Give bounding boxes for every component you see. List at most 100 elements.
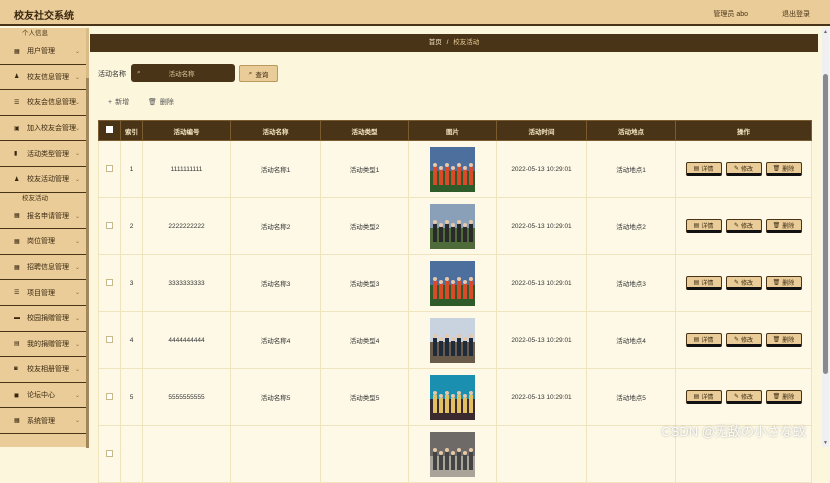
image-cell: [409, 141, 497, 198]
trash-icon: 🗑: [773, 393, 781, 400]
code-cell: 5555555555: [143, 369, 231, 426]
row-checkbox[interactable]: [106, 393, 113, 400]
detail-label: 详情: [701, 164, 713, 173]
app-title: 校友社交系统: [14, 7, 74, 22]
row-checkbox[interactable]: [106, 279, 113, 286]
detail-button[interactable]: ▤详情: [686, 390, 722, 404]
query-button[interactable]: ⌕ 查询: [239, 65, 278, 82]
table-row[interactable]: 55555555555活动名称5活动类型52022-05-13 10:29:01…: [99, 369, 812, 426]
chevron-down-icon: ⌄: [75, 74, 80, 81]
row-checkbox[interactable]: [106, 165, 113, 172]
code-cell: 2222222222: [143, 198, 231, 255]
code-cell: 1111111111: [143, 141, 231, 198]
index-cell: 4: [121, 312, 143, 369]
page-scrollbar[interactable]: ▲ ▼: [822, 28, 829, 447]
time-cell: 2022-05-13 10:29:01: [497, 255, 587, 312]
select-all-checkbox[interactable]: [106, 126, 113, 133]
sidebar-item[interactable]: ▦用户管理⌄: [0, 39, 88, 65]
detail-button[interactable]: ▤详情: [686, 162, 722, 176]
breadcrumb-current: 校友活动: [453, 39, 479, 46]
column-header: 操作: [676, 121, 812, 141]
row-delete-button[interactable]: 🗑删除: [766, 276, 802, 290]
sidebar-item[interactable]: ♟校友信息管理⌄: [0, 65, 88, 91]
activity-photo: [430, 204, 475, 249]
detail-icon: ▤: [694, 279, 700, 286]
column-header: 活动地点: [587, 121, 676, 141]
ops-cell: ▤详情 ✎修改 🗑删除: [676, 141, 812, 198]
row-delete-button[interactable]: 🗑删除: [766, 333, 802, 347]
edit-icon: ✎: [734, 393, 739, 400]
chevron-down-icon: ⌄: [75, 213, 80, 220]
edit-icon: ✎: [734, 165, 739, 172]
top-header: 校友社交系统 管理员 abo 退出登录: [0, 0, 830, 26]
edit-button[interactable]: ✎修改: [726, 390, 762, 404]
type-cell: 活动类型4: [321, 312, 409, 369]
edit-icon: ✎: [734, 222, 739, 229]
bar-chart-icon: ▮: [14, 150, 22, 157]
sidebar-item[interactable]: ▦岗位管理⌄: [0, 229, 88, 255]
chevron-down-icon: ⌄: [75, 48, 80, 55]
list-icon: ☰: [14, 289, 22, 296]
edit-button[interactable]: ✎修改: [726, 276, 762, 290]
delete-label: 删除: [782, 221, 794, 230]
sidebar-item[interactable]: ▣加入校友会管理⌄: [0, 116, 88, 142]
sidebar-item[interactable]: ◙校友相册管理⌄: [0, 357, 88, 383]
sidebar-item-label: 校园捐赠管理: [27, 313, 69, 323]
page-scroll-thumb[interactable]: [823, 74, 828, 374]
detail-button[interactable]: ▤详情: [686, 276, 722, 290]
search-input[interactable]: ⌕ 活动名称: [131, 64, 235, 82]
row-delete-button[interactable]: 🗑删除: [766, 219, 802, 233]
breadcrumb-home[interactable]: 首页: [429, 39, 442, 46]
scroll-down-icon[interactable]: ▼: [823, 440, 828, 446]
table-row[interactable]: 22222222222活动名称2活动类型22022-05-13 10:29:01…: [99, 198, 812, 255]
select-cell: [99, 141, 121, 198]
sidebar-item[interactable]: ▦招聘信息管理⌄: [0, 255, 88, 281]
detail-icon: ▤: [694, 336, 700, 343]
row-checkbox[interactable]: [106, 336, 113, 343]
column-header: 活动名称: [231, 121, 321, 141]
place-cell: 活动地点5: [587, 369, 676, 426]
column-header: 活动编号: [143, 121, 231, 141]
detail-button[interactable]: ▤详情: [686, 219, 722, 233]
table-row[interactable]: 11111111111活动名称1活动类型12022-05-13 10:29:01…: [99, 141, 812, 198]
edit-button[interactable]: ✎修改: [726, 333, 762, 347]
row-checkbox[interactable]: [106, 450, 113, 457]
row-checkbox[interactable]: [106, 222, 113, 229]
sidebar-item-label: 项目管理: [27, 288, 55, 298]
activity-photo: [430, 432, 475, 477]
edit-button[interactable]: ✎修改: [726, 219, 762, 233]
detail-label: 详情: [701, 335, 713, 344]
sidebar-item[interactable]: ◼论坛中心⌄: [0, 383, 88, 409]
chevron-down-icon: ⌄: [75, 264, 80, 271]
delete-button[interactable]: 🗑 删除: [148, 97, 174, 107]
breadcrumb-separator: /: [447, 39, 449, 46]
sidebar-item[interactable]: ▤我的捐赠管理⌄: [0, 332, 88, 358]
edit-label: 修改: [741, 335, 753, 344]
person-icon: ♟: [14, 176, 22, 183]
edit-button[interactable]: ✎修改: [726, 162, 762, 176]
sidebar-item[interactable]: ☰项目管理⌄: [0, 280, 88, 306]
chevron-down-icon: ⌄: [75, 238, 80, 245]
scroll-up-icon[interactable]: ▲: [823, 29, 828, 35]
sidebar-item-label: 报名申请管理: [27, 211, 69, 221]
add-button[interactable]: + 新增: [108, 97, 129, 107]
detail-button[interactable]: ▤详情: [686, 333, 722, 347]
table-row[interactable]: 44444444444活动名称4活动类型42022-05-13 10:29:01…: [99, 312, 812, 369]
column-header: 活动类型: [321, 121, 409, 141]
chevron-down-icon: ⌄: [75, 150, 80, 157]
row-delete-button[interactable]: 🗑删除: [766, 162, 802, 176]
sidebar-item[interactable]: ☰校友会信息管理⌄: [0, 90, 88, 116]
sidebar-item[interactable]: ▦报名申请管理⌄: [0, 204, 88, 230]
logout-link[interactable]: 退出登录: [782, 9, 810, 19]
column-header: 索引: [121, 121, 143, 141]
delete-label: 删除: [782, 164, 794, 173]
sidebar-item[interactable]: ▬校园捐赠管理⌄: [0, 306, 88, 332]
place-cell: 活动地点3: [587, 255, 676, 312]
sidebar-item[interactable]: ♟校友活动管理⌄: [0, 167, 88, 193]
delete-button-label: 删除: [160, 97, 174, 107]
table-row[interactable]: 33333333333活动名称3活动类型32022-05-13 10:29:01…: [99, 255, 812, 312]
row-delete-button[interactable]: 🗑删除: [766, 390, 802, 404]
sidebar-item[interactable]: ▦系统管理⌄: [0, 408, 88, 434]
type-cell: 活动类型2: [321, 198, 409, 255]
sidebar-item[interactable]: ▮活动类型管理⌄: [0, 141, 88, 167]
